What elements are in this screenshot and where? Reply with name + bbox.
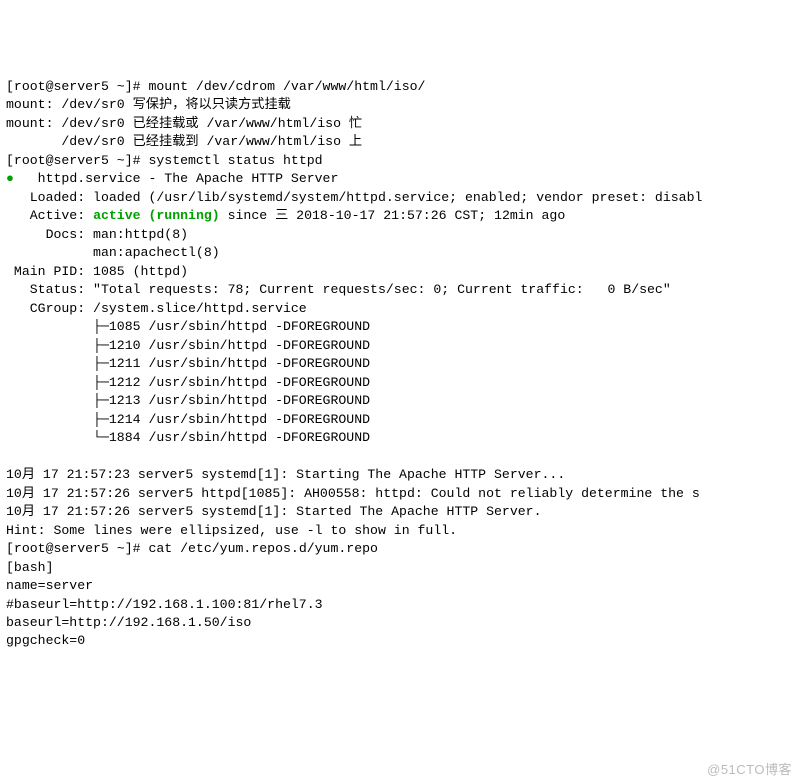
- process-line: ├─1213 /usr/sbin/httpd -DFOREGROUND: [6, 393, 370, 408]
- docs-line: Docs: man:httpd(8): [6, 227, 188, 242]
- service-description: httpd.service - The Apache HTTP Server: [14, 171, 338, 186]
- terminal[interactable]: [root@server5 ~]# mount /dev/cdrom /var/…: [6, 78, 794, 651]
- active-suffix: since 三 2018-10-17 21:57:26 CST; 12min a…: [220, 208, 566, 223]
- docs-line: man:apachectl(8): [6, 245, 220, 260]
- status-dot-icon: ●: [6, 171, 14, 186]
- process-line: ├─1212 /usr/sbin/httpd -DFOREGROUND: [6, 375, 370, 390]
- status-text-line: Status: "Total requests: 78; Current req…: [6, 282, 671, 297]
- command: cat /etc/yum.repos.d/yum.repo: [148, 541, 378, 556]
- hint-line: Hint: Some lines were ellipsized, use -l…: [6, 523, 457, 538]
- repo-line: [bash]: [6, 560, 53, 575]
- active-state: active (running): [93, 208, 220, 223]
- output-line: mount: /dev/sr0 写保护，将以只读方式挂载: [6, 97, 291, 112]
- process-line: └─1884 /usr/sbin/httpd -DFOREGROUND: [6, 430, 370, 445]
- mainpid-line: Main PID: 1085 (httpd): [6, 264, 188, 279]
- prompt: [root@server5 ~]#: [6, 153, 148, 168]
- repo-line: name=server: [6, 578, 93, 593]
- process-line: ├─1214 /usr/sbin/httpd -DFOREGROUND: [6, 412, 370, 427]
- prompt: [root@server5 ~]#: [6, 79, 148, 94]
- active-prefix: Active:: [6, 208, 93, 223]
- command: systemctl status httpd: [148, 153, 322, 168]
- process-line: ├─1085 /usr/sbin/httpd -DFOREGROUND: [6, 319, 370, 334]
- command: mount /dev/cdrom /var/www/html/iso/: [148, 79, 425, 94]
- loaded-line: Loaded: loaded (/usr/lib/systemd/system/…: [6, 190, 702, 205]
- repo-line: gpgcheck=0: [6, 633, 85, 648]
- output-line: /dev/sr0 已经挂载到 /var/www/html/iso 上: [6, 134, 362, 149]
- journal-line: 10月 17 21:57:23 server5 systemd[1]: Star…: [6, 467, 565, 482]
- journal-line: 10月 17 21:57:26 server5 systemd[1]: Star…: [6, 504, 542, 519]
- process-line: ├─1211 /usr/sbin/httpd -DFOREGROUND: [6, 356, 370, 371]
- prompt: [root@server5 ~]#: [6, 541, 148, 556]
- output-line: mount: /dev/sr0 已经挂载或 /var/www/html/iso …: [6, 116, 362, 131]
- repo-line: #baseurl=http://192.168.1.100:81/rhel7.3: [6, 597, 323, 612]
- repo-line: baseurl=http://192.168.1.50/iso: [6, 615, 251, 630]
- watermark: @51CTO博客: [707, 761, 792, 779]
- journal-line: 10月 17 21:57:26 server5 httpd[1085]: AH0…: [6, 486, 700, 501]
- process-line: ├─1210 /usr/sbin/httpd -DFOREGROUND: [6, 338, 370, 353]
- cgroup-line: CGroup: /system.slice/httpd.service: [6, 301, 307, 316]
